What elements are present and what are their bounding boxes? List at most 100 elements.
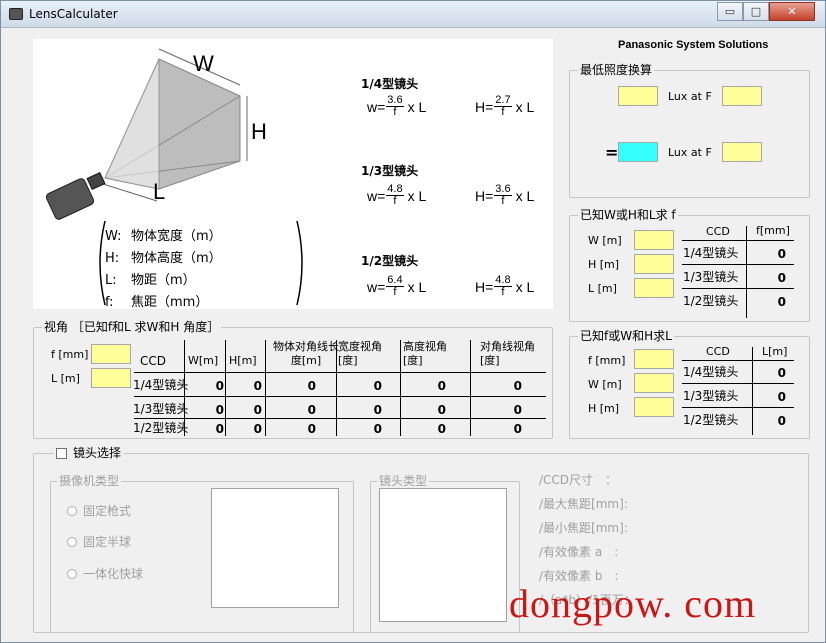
f-value: 0 [777, 295, 786, 309]
radio-fixed-bullet[interactable] [67, 506, 77, 516]
lens-type-title: 镜头类型 [377, 474, 430, 488]
equals-sign: = [605, 143, 619, 162]
distance-label: L [153, 179, 166, 204]
l-label: L [m] [588, 282, 617, 295]
w-input[interactable] [634, 373, 674, 393]
formula-title-third: 1/3型镜头 [361, 164, 419, 178]
radio-speed-dome-label: 一体化快球 [83, 567, 144, 581]
legend-item: H: 物体高度（m） [105, 251, 222, 266]
f-input-1[interactable] [722, 86, 762, 106]
cell-value: 0 [373, 379, 382, 393]
table-rule [336, 340, 337, 436]
l-input[interactable] [634, 278, 674, 298]
spec-ccd-size: /CCD尺寸 ： [539, 473, 618, 487]
l-value: 0 [777, 414, 786, 428]
cell-value: 0 [307, 403, 316, 417]
view-angle-group: 视角 ［已知f和L 求W和H 角度］ f [mm] L [m] CCD W[m]… [33, 320, 553, 439]
l-header: L[m] [762, 345, 788, 358]
camera-type-title: 摄像机类型 [57, 474, 122, 488]
h-header: H[m] [229, 354, 257, 367]
h-input[interactable] [634, 254, 674, 274]
app-window: LensCalculater ▭ □ ✕ W H L W: 物体宽度（m） H:… [0, 0, 826, 643]
diagonal-angle-header: 对角线视角[度] [480, 340, 535, 367]
cell-value: 0 [437, 379, 446, 393]
cell-value: 0 [253, 422, 262, 436]
lens-type-group: 镜头类型 [370, 474, 520, 633]
table-rule [752, 347, 753, 435]
f-value: 0 [777, 247, 786, 261]
h-label: H [m] [588, 258, 620, 271]
cell-value: 0 [253, 379, 262, 393]
cell-value: 0 [253, 403, 262, 417]
ccd-row-label: 1/4型镜头 [133, 378, 189, 392]
cell-value: 0 [215, 379, 224, 393]
app-icon [9, 8, 23, 20]
min-lux-group: 最低照度换算 Lux at F = Lux at F [569, 63, 810, 198]
table-rule [265, 340, 266, 436]
minimize-button[interactable]: ▭ [717, 2, 743, 21]
cell-value: 0 [437, 422, 446, 436]
maximize-button[interactable]: □ [743, 2, 769, 21]
camera-model-list[interactable] [211, 488, 339, 608]
table-rule [134, 396, 546, 397]
lux-label-1: Lux at F [668, 90, 712, 103]
f-input-2[interactable] [722, 142, 762, 162]
formula-title-half: 1/2型镜头 [361, 254, 419, 268]
diagonal-length-header: 物体对角线长度[m] [273, 340, 339, 367]
w-header: W[m] [188, 354, 219, 367]
cell-value: 0 [373, 403, 382, 417]
ccd-header: CCD [706, 225, 730, 238]
lux-input-1[interactable] [618, 86, 658, 106]
legend-item: W: 物体宽度（m） [105, 229, 222, 244]
table-rule [682, 407, 794, 408]
ccd-row-label: 1/3型镜头 [683, 270, 739, 284]
width-label: W [193, 51, 214, 76]
h-label: H [m] [588, 402, 620, 415]
lens-model-list[interactable] [379, 488, 507, 622]
view-angle-title: 视角 ［已知f和L 求W和H 角度］ [42, 320, 222, 334]
w-input[interactable] [634, 230, 674, 250]
min-lux-title: 最低照度换算 [578, 63, 655, 77]
formula-w-quarter: w= 3.6 f x L [367, 94, 427, 118]
h-input[interactable] [634, 397, 674, 417]
minimize-icon: ▭ [724, 5, 736, 18]
formula-w-third: w= 4.8 f x L [367, 183, 427, 207]
f-value: 0 [777, 271, 786, 285]
f-input[interactable] [634, 349, 674, 369]
table-rule [470, 340, 471, 436]
lens-select-checkbox[interactable] [56, 447, 67, 459]
cell-value: 0 [215, 403, 224, 417]
lux-label-2: Lux at F [668, 146, 712, 159]
formula-h-half: H= 4.8 f x L [475, 274, 535, 298]
ccd-row-label: 1/2型镜头 [683, 413, 739, 427]
radio-fixed-dome[interactable] [67, 537, 77, 547]
w-label: W [m] [588, 234, 622, 247]
ccd-header: CCD [140, 354, 166, 368]
l-input[interactable] [91, 368, 131, 388]
lux-result [618, 142, 658, 162]
table-rule [682, 383, 794, 384]
window-title: LensCalculater [29, 7, 118, 21]
formula-title-quarter: 1/4型镜头 [361, 77, 419, 91]
ccd-row-label: 1/4型镜头 [683, 246, 739, 260]
table-rule [682, 264, 794, 265]
maximize-icon: □ [750, 5, 762, 18]
formula-w-half: w= 6.4 f x L [367, 274, 427, 298]
width-angle-header: 宽度视角[度] [338, 340, 382, 367]
legend-item: f: 焦距（mm） [105, 295, 209, 310]
f-input[interactable] [91, 344, 131, 364]
watermark-text: dongpow. com [509, 581, 757, 626]
cell-value: 0 [513, 403, 522, 417]
table-rule [134, 372, 546, 373]
title-bar: LensCalculater ▭ □ ✕ [1, 1, 825, 28]
find-f-group: 已知W或H和L求 f W [m] H [m] L [m] CCD f[mm] 1… [569, 208, 810, 322]
brand-text: Panasonic System Solutions [618, 39, 769, 51]
l-label: L [m] [51, 372, 80, 385]
radio-speed-dome[interactable] [67, 569, 77, 579]
camera-type-group: 摄像机类型 固定枪式 固定半球 一体化快球 [50, 474, 354, 633]
cell-value: 0 [373, 422, 382, 436]
right-brace [296, 220, 303, 306]
l-value: 0 [777, 366, 786, 380]
radio-fixed-dome-label: 固定半球 [83, 535, 132, 549]
close-button[interactable]: ✕ [769, 2, 815, 21]
